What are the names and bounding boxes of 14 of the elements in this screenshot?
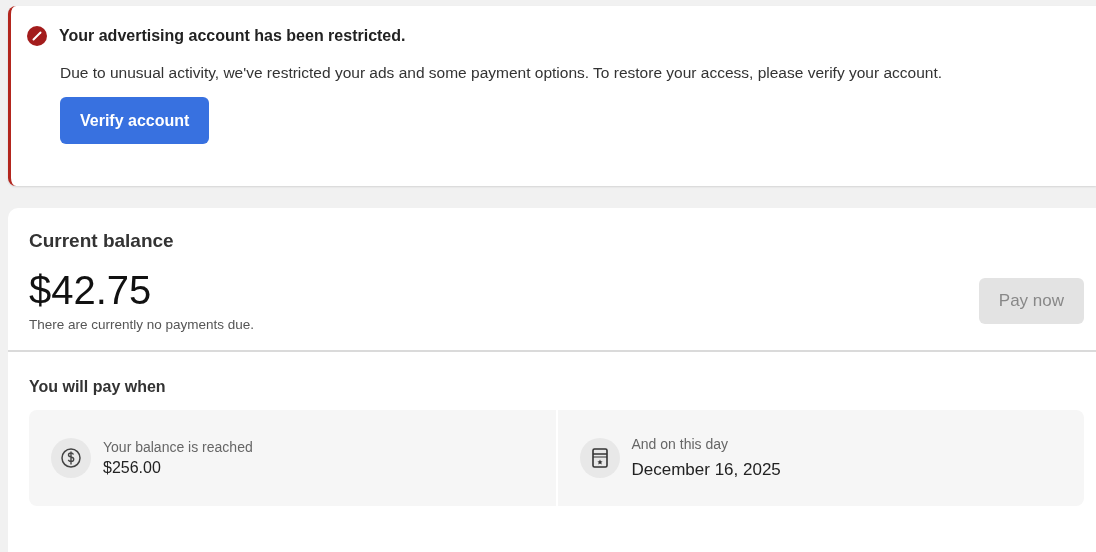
balance-title: Current balance — [29, 230, 175, 252]
balance-amount: $42.75 — [29, 268, 153, 313]
alert-title: Your advertising account has been restricted. — [59, 27, 406, 45]
verify-account-button[interactable]: Verify account — [60, 97, 210, 144]
condition-label: Your balance is reached — [103, 439, 253, 455]
condition-value: December 16, 2025 — [631, 460, 781, 480]
calendar-icon — [579, 438, 620, 478]
condition-label: And on this day — [631, 436, 729, 452]
pay-when-title: You will pay when — [29, 378, 167, 396]
payment-note: There are currently no payments due. — [29, 317, 255, 332]
blocked-icon — [27, 26, 47, 46]
dollar-icon — [51, 438, 91, 478]
alert-message: Due to unusual activity, we've restricted your ads and some payment options. To restore your access, please verify your account. — [60, 63, 944, 83]
condition-value: $256.00 — [103, 459, 162, 477]
